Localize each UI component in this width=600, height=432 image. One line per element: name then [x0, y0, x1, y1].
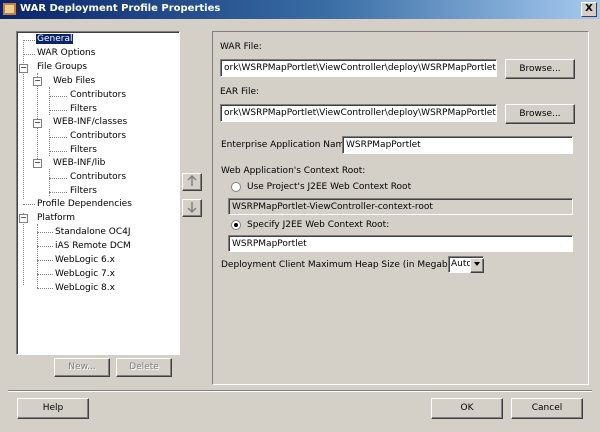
- tree-item-general[interactable]: General: [34, 33, 75, 45]
- specify-context-radio[interactable]: [231, 220, 241, 230]
- tree-item-profile-dependencies[interactable]: Profile Dependencies: [37, 199, 132, 209]
- delete-button[interactable]: Delete: [116, 358, 172, 377]
- ear-file-field[interactable]: ork\WSRPMapPortlet\ViewController\deploy…: [220, 104, 497, 122]
- help-button[interactable]: Help: [17, 398, 89, 419]
- enterprise-app-field[interactable]: WSRPMapPortlet: [342, 136, 573, 154]
- window-title: WAR Deployment Profile Properties: [20, 3, 221, 14]
- tree-item-web-inf-classes[interactable]: WEB-INF/classes: [53, 117, 127, 127]
- tree-item-platform[interactable]: Platform: [37, 213, 75, 223]
- web-inf-classes-toggle[interactable]: −: [33, 119, 42, 128]
- project-context-field: WSRPMapPortlet-ViewController-context-ro…: [228, 198, 573, 215]
- ear-browse-button[interactable]: Browse...: [505, 104, 575, 124]
- cancel-button[interactable]: Cancel: [511, 398, 583, 419]
- tree-item-web-inf-lib[interactable]: WEB-INF/lib: [53, 158, 105, 168]
- move-up-icon: [187, 174, 197, 186]
- ear-file-label: EAR File:: [220, 87, 260, 97]
- file-groups-toggle[interactable]: −: [19, 64, 28, 73]
- web-files-toggle[interactable]: −: [33, 77, 42, 86]
- war-browse-button[interactable]: Browse...: [505, 59, 575, 79]
- specify-context-label[interactable]: Specify J2EE Web Context Root:: [247, 220, 389, 230]
- context-root-label: Web Application's Context Root:: [221, 166, 366, 176]
- close-button[interactable]: X: [581, 2, 597, 17]
- specify-context-field[interactable]: WSRPMapPortlet: [228, 235, 573, 252]
- tree-item-filters[interactable]: Filters: [70, 186, 97, 196]
- heap-size-value: Auto: [451, 259, 472, 269]
- tree-item-contributors[interactable]: Contributors: [70, 90, 126, 100]
- tree-item-ias-remote-dcm[interactable]: iAS Remote DCM: [55, 241, 131, 251]
- app-icon: [3, 3, 16, 15]
- new-button[interactable]: New...: [54, 358, 110, 377]
- heap-dropdown-button[interactable]: [470, 258, 484, 273]
- use-project-radio[interactable]: [231, 182, 241, 192]
- tree-item-war-options[interactable]: WAR Options: [37, 48, 95, 58]
- move-down-icon: [187, 202, 197, 214]
- tree-item-weblogic-8x[interactable]: WebLogic 8.x: [55, 283, 115, 293]
- tree-item-weblogic-6x[interactable]: WebLogic 6.x: [55, 255, 115, 265]
- title-bar: WAR Deployment Profile Properties: [0, 0, 600, 19]
- tree-item-weblogic-7x[interactable]: WebLogic 7.x: [55, 269, 115, 279]
- profile-tree[interactable]: − − − − − General WAR Options File Group…: [16, 31, 180, 355]
- tree-item-file-groups[interactable]: File Groups: [37, 62, 87, 72]
- chevron-down-icon: [474, 262, 480, 266]
- tree-item-contributors[interactable]: Contributors: [70, 131, 126, 141]
- war-file-field[interactable]: ork\WSRPMapPortlet\ViewController\deploy…: [220, 59, 497, 77]
- tree-item-contributors[interactable]: Contributors: [70, 172, 126, 182]
- platform-toggle[interactable]: −: [19, 214, 28, 223]
- ok-button[interactable]: OK: [431, 398, 503, 419]
- tree-item-web-files[interactable]: Web Files: [53, 76, 95, 86]
- tree-item-standalone-oc4j[interactable]: Standalone OC4J: [55, 227, 131, 237]
- tree-item-filters[interactable]: Filters: [70, 145, 97, 155]
- web-inf-lib-toggle[interactable]: −: [33, 159, 42, 168]
- move-up-button[interactable]: [182, 173, 202, 191]
- war-file-label: WAR File:: [220, 42, 262, 52]
- footer-divider: [8, 390, 592, 392]
- tree-item-filters[interactable]: Filters: [70, 104, 97, 114]
- enterprise-app-label: Enterprise Application Name:: [221, 140, 353, 150]
- heap-size-label: Deployment Client Maximum Heap Size (in …: [221, 260, 474, 270]
- move-down-button[interactable]: [182, 199, 202, 217]
- use-project-label[interactable]: Use Project's J2EE Web Context Root: [247, 182, 411, 192]
